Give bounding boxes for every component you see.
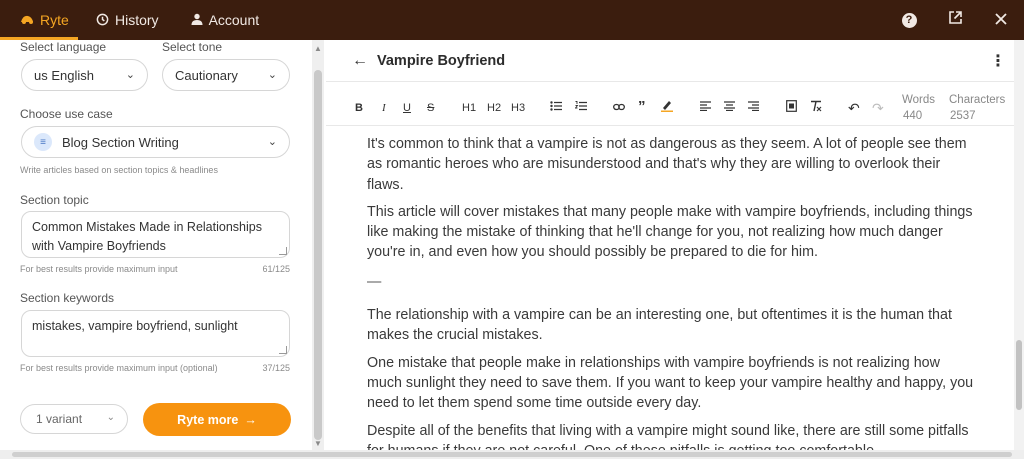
characters-count: 2537	[950, 110, 976, 122]
topic-value: Common Mistakes Made in Relationships wi…	[32, 220, 262, 253]
embed-icon[interactable]	[786, 100, 797, 115]
close-icon	[995, 10, 1007, 30]
tab-history-label: History	[115, 12, 159, 28]
editor-panel: ← Vampire Boyfriend ⋮ B I U S H1 H2 H3 ”	[326, 40, 1014, 459]
help-button[interactable]: ?	[886, 0, 932, 40]
align-right-icon[interactable]	[748, 101, 759, 114]
words-label: Words	[902, 94, 936, 106]
more-options-icon[interactable]: ⋮	[990, 51, 1006, 71]
characters-label: Characters	[949, 94, 1006, 106]
paragraph: The relationship with a vampire can be a…	[367, 307, 952, 344]
ryte-more-button[interactable]: Ryte more →	[143, 403, 291, 436]
words-count: 440	[903, 110, 923, 122]
tab-ryte-label: Ryte	[40, 12, 69, 28]
ryte-more-label: Ryte more	[177, 412, 239, 427]
document-header: ← Vampire Boyfriend ⋮	[326, 40, 1014, 82]
usecase-select[interactable]: ≡ Blog Section Writing ⌄	[21, 126, 290, 158]
variant-select[interactable]: 1 variant ⌄	[20, 404, 128, 434]
align-center-icon[interactable]	[724, 101, 735, 114]
paragraph: This article will cover mistakes that ma…	[367, 203, 973, 261]
language-value: us English	[34, 67, 94, 83]
open-external-icon	[948, 10, 963, 30]
redo-icon[interactable]: ↷	[872, 100, 884, 117]
text-color-icon[interactable]	[661, 99, 673, 115]
close-button[interactable]	[978, 0, 1024, 40]
scroll-up-icon[interactable]: ▲	[314, 44, 322, 53]
tab-ryte[interactable]: Ryte	[0, 0, 78, 40]
language-label: Select language	[20, 40, 107, 54]
heading3-button[interactable]: H3	[511, 102, 525, 114]
chevron-down-icon: ⌄	[267, 69, 277, 81]
keywords-textarea[interactable]: mistakes, vampire boyfriend, sunlight	[21, 310, 290, 357]
help-icon: ?	[901, 12, 917, 28]
language-select[interactable]: us English ⌄	[21, 59, 148, 91]
tone-value: Cautionary	[175, 67, 238, 83]
variant-value: 1 variant	[36, 412, 83, 426]
italic-button[interactable]: I	[382, 102, 386, 114]
keywords-hint: For best results provide maximum input (…	[20, 363, 218, 373]
paragraph: One mistake that people make in relation…	[367, 354, 974, 412]
heading2-button[interactable]: H2	[487, 102, 501, 114]
topic-label: Section topic	[20, 193, 89, 207]
chevron-down-icon: ⌄	[267, 136, 277, 148]
topic-textarea[interactable]: Common Mistakes Made in Relationships wi…	[21, 211, 290, 258]
keywords-count: 37/125	[262, 363, 290, 373]
editor-content[interactable]: It's common to think that a vampire is n…	[367, 134, 977, 459]
underline-button[interactable]: U	[403, 102, 411, 114]
back-arrow-icon[interactable]: ←	[352, 52, 368, 70]
topic-count: 61/125	[262, 264, 290, 274]
keywords-value: mistakes, vampire boyfriend, sunlight	[32, 319, 238, 333]
bullet-list-icon[interactable]	[550, 101, 562, 114]
separator: —	[367, 273, 382, 290]
link-icon[interactable]	[613, 102, 625, 114]
scrollbar-thumb[interactable]	[12, 452, 1012, 457]
keywords-label: Section keywords	[20, 291, 115, 305]
top-bar: Ryte History Account ?	[0, 0, 1024, 40]
clear-format-icon[interactable]	[810, 100, 822, 115]
resize-handle-icon[interactable]	[279, 346, 287, 354]
quote-icon[interactable]: ”	[638, 98, 646, 115]
chevron-down-icon: ⌄	[125, 69, 135, 81]
bold-button[interactable]: B	[355, 102, 363, 114]
usecase-hint: Write articles based on section topics &…	[20, 165, 218, 175]
editor-scrollbar[interactable]	[1014, 40, 1024, 450]
ryte-logo-icon	[20, 13, 34, 27]
resize-handle-icon[interactable]	[279, 247, 287, 255]
scrollbar-thumb[interactable]	[1016, 340, 1022, 410]
numbered-list-icon[interactable]	[574, 101, 587, 114]
heading1-button[interactable]: H1	[462, 102, 476, 114]
usecase-value: Blog Section Writing	[62, 134, 179, 150]
topic-hint: For best results provide maximum input	[20, 264, 178, 274]
open-external-button[interactable]	[932, 0, 978, 40]
chevron-down-icon: ⌄	[106, 412, 115, 423]
document-lines-icon: ≡	[34, 133, 52, 151]
tab-account-label: Account	[208, 12, 260, 28]
align-left-icon[interactable]	[700, 101, 711, 114]
paragraph: It's common to think that a vampire is n…	[367, 136, 967, 193]
tone-label: Select tone	[162, 40, 223, 54]
scroll-down-icon[interactable]: ▼	[314, 439, 322, 448]
document-title: Vampire Boyfriend	[377, 53, 506, 69]
tab-history[interactable]: History	[84, 0, 171, 40]
tab-account[interactable]: Account	[179, 0, 272, 40]
tone-select[interactable]: Cautionary ⌄	[162, 59, 290, 91]
settings-panel: Select language Select tone us English ⌄…	[0, 40, 312, 450]
horizontal-scrollbar[interactable]	[0, 450, 1024, 459]
user-icon	[191, 13, 203, 27]
left-panel-scrollbar[interactable]: ▲ ▼	[312, 40, 324, 450]
clock-icon	[96, 13, 109, 28]
scrollbar-thumb[interactable]	[314, 70, 322, 440]
strikethrough-button[interactable]: S	[427, 102, 434, 114]
undo-icon[interactable]: ↶	[848, 100, 860, 117]
arrow-right-icon: →	[244, 412, 257, 427]
usecase-label: Choose use case	[20, 107, 113, 121]
